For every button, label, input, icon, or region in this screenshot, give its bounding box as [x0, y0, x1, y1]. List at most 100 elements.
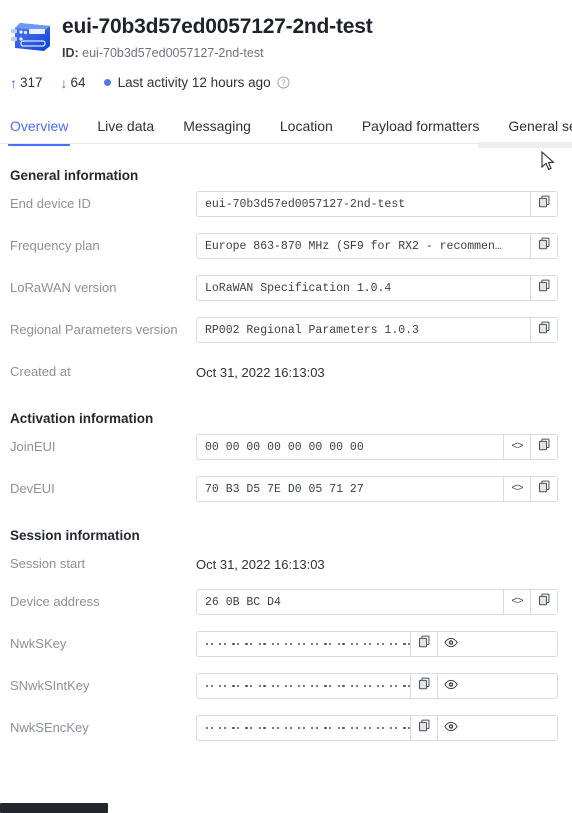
uplink-count-value: 317 [20, 75, 43, 90]
copy-icon [418, 719, 431, 737]
eye-icon [444, 635, 459, 653]
copy-icon [538, 438, 551, 456]
tab-location[interactable]: Location [280, 118, 333, 144]
copy-button[interactable] [530, 590, 557, 614]
tab-live-data[interactable]: Live data [97, 118, 154, 144]
page-horizontal-scrollbar[interactable] [0, 803, 108, 813]
reveal-button[interactable] [437, 674, 465, 698]
tab-messaging-label: Messaging [183, 118, 251, 134]
page-title: eui-70b3d57ed0057127-2nd-test [62, 15, 373, 38]
tab-overview[interactable]: Overview [7, 118, 71, 146]
masked-value [197, 716, 411, 740]
field-row: DevEUI 70 B3 D5 7E D0 05 71 27 <> [10, 476, 562, 502]
last-activity: Last activity 12 hours ago ? [103, 75, 290, 90]
field-value[interactable]: Europe 863-870 MHz (SF9 for RX2 - recomm… [197, 234, 530, 258]
copy-icon [418, 677, 431, 695]
field-input-group[interactable] [196, 715, 558, 741]
tab-general-settings-label: General settings [508, 118, 572, 134]
field-row: Frequency plan Europe 863-870 MHz (SF9 fo… [10, 233, 562, 259]
question-circle-icon[interactable]: ? [277, 76, 290, 89]
field-input-group[interactable]: 26 0B BC D4 <> [196, 589, 558, 615]
arrow-up-icon: ↑ [10, 74, 17, 91]
mouse-cursor [541, 150, 555, 171]
copy-icon [538, 321, 551, 339]
copy-button[interactable] [530, 477, 557, 501]
device-overview-page: eui-70b3d57ed0057127-2nd-test ID: eui-70… [0, 0, 572, 813]
toggle-format-button[interactable]: <> [503, 477, 530, 501]
field-value: Oct 31, 2022 16:13:03 [196, 364, 325, 380]
tab-payload-formatters[interactable]: Payload formatters [362, 118, 480, 144]
tab-messaging[interactable]: Messaging [183, 118, 251, 144]
arrow-down-icon: ↓ [60, 74, 68, 91]
field-label: Session start [10, 556, 86, 571]
device-stats-row: ↑ 317 ↓ 64 Last activity 12 hours ago ? [0, 61, 572, 90]
field-value: Oct 31, 2022 16:13:03 [196, 556, 325, 572]
reveal-button[interactable] [437, 716, 465, 740]
copy-icon [418, 635, 431, 653]
field-input-group[interactable]: 00 00 00 00 00 00 00 00 <> [196, 434, 558, 460]
tab-payload-formatters-label: Payload formatters [361, 118, 480, 134]
last-activity-text: Last activity 12 hours ago [117, 75, 271, 90]
copy-icon [538, 279, 551, 297]
field-value[interactable]: 00 00 00 00 00 00 00 00 [197, 435, 503, 459]
copy-button[interactable] [530, 192, 557, 216]
toggle-format-button[interactable]: <> [503, 590, 530, 614]
field-label: JoinEUI [10, 439, 56, 454]
reveal-button[interactable] [437, 632, 465, 656]
tab-list[interactable]: Overview Live data Messaging Location Pa… [0, 108, 572, 146]
copy-button[interactable] [410, 674, 438, 698]
uplink-count: ↑ 317 [10, 75, 43, 90]
copy-button[interactable] [530, 435, 557, 459]
tab-location-label: Location [279, 118, 333, 134]
masked-value [197, 674, 411, 698]
field-input-group[interactable]: 70 B3 D5 7E D0 05 71 27 <> [196, 476, 558, 502]
field-value[interactable]: RP002 Regional Parameters 1.0.3 [197, 318, 530, 342]
device-id-line: ID: eui-70b3d57ed0057127-2nd-test [62, 45, 373, 61]
eye-icon [444, 677, 459, 695]
field-value[interactable]: eui-70b3d57ed0057127-2nd-test [197, 192, 530, 216]
end-device-icon [10, 16, 54, 56]
copy-button[interactable] [530, 234, 557, 258]
field-row: Created at Oct 31, 2022 16:13:03 [10, 359, 562, 385]
svg-text:?: ? [281, 79, 286, 88]
tab-general-settings[interactable]: General settings [508, 118, 572, 144]
field-input-group[interactable] [196, 673, 558, 699]
page-header: eui-70b3d57ed0057127-2nd-test ID: eui-70… [0, 0, 572, 61]
field-label: DevEUI [10, 481, 55, 496]
tab-live-data-label: Live data [97, 118, 155, 134]
field-input-group[interactable]: Europe 863-870 MHz (SF9 for RX2 - recomm… [196, 233, 558, 259]
field-row: NwkSEncKey [10, 715, 562, 741]
overview-content: General information End device ID eui-70b3… [0, 168, 572, 741]
field-input-group[interactable] [196, 631, 558, 657]
code-icon: <> [511, 596, 523, 608]
field-label: End device ID [10, 196, 91, 211]
field-label: Regional Parameters version [10, 322, 178, 337]
tab-horizontal-scrollbar[interactable] [478, 142, 572, 148]
copy-button[interactable] [410, 716, 438, 740]
field-input-group[interactable]: LoRaWAN Specification 1.0.4 [196, 275, 558, 301]
field-value[interactable]: LoRaWAN Specification 1.0.4 [197, 276, 530, 300]
section-title: Session information [10, 528, 140, 543]
tab-bar: Overview Live data Messaging Location Pa… [0, 108, 572, 148]
copy-button[interactable] [530, 318, 557, 342]
field-value[interactable]: 26 0B BC D4 [197, 590, 503, 614]
copy-icon [538, 593, 551, 611]
field-value[interactable]: 70 B3 D5 7E D0 05 71 27 [197, 477, 503, 501]
field-input-group[interactable]: RP002 Regional Parameters 1.0.3 [196, 317, 558, 343]
field-row: End device ID eui-70b3d57ed0057127-2nd-te… [10, 191, 562, 217]
copy-button[interactable] [410, 632, 438, 656]
tab-overview-label: Overview [10, 118, 69, 134]
copy-icon [538, 195, 551, 213]
field-label: Frequency plan [10, 238, 100, 253]
field-input-group[interactable]: eui-70b3d57ed0057127-2nd-test [196, 191, 558, 217]
field-label: SNwkSIntKey [10, 678, 90, 693]
copy-button[interactable] [530, 276, 557, 300]
toggle-format-button[interactable]: <> [503, 435, 530, 459]
field-label: LoRaWAN version [10, 280, 117, 295]
code-icon: <> [511, 441, 523, 453]
field-row: SNwkSIntKey [10, 673, 562, 699]
copy-icon [538, 480, 551, 498]
field-label: NwkSKey [10, 636, 67, 651]
code-icon: <> [511, 483, 523, 495]
device-id-value: eui-70b3d57ed0057127-2nd-test [82, 46, 264, 60]
